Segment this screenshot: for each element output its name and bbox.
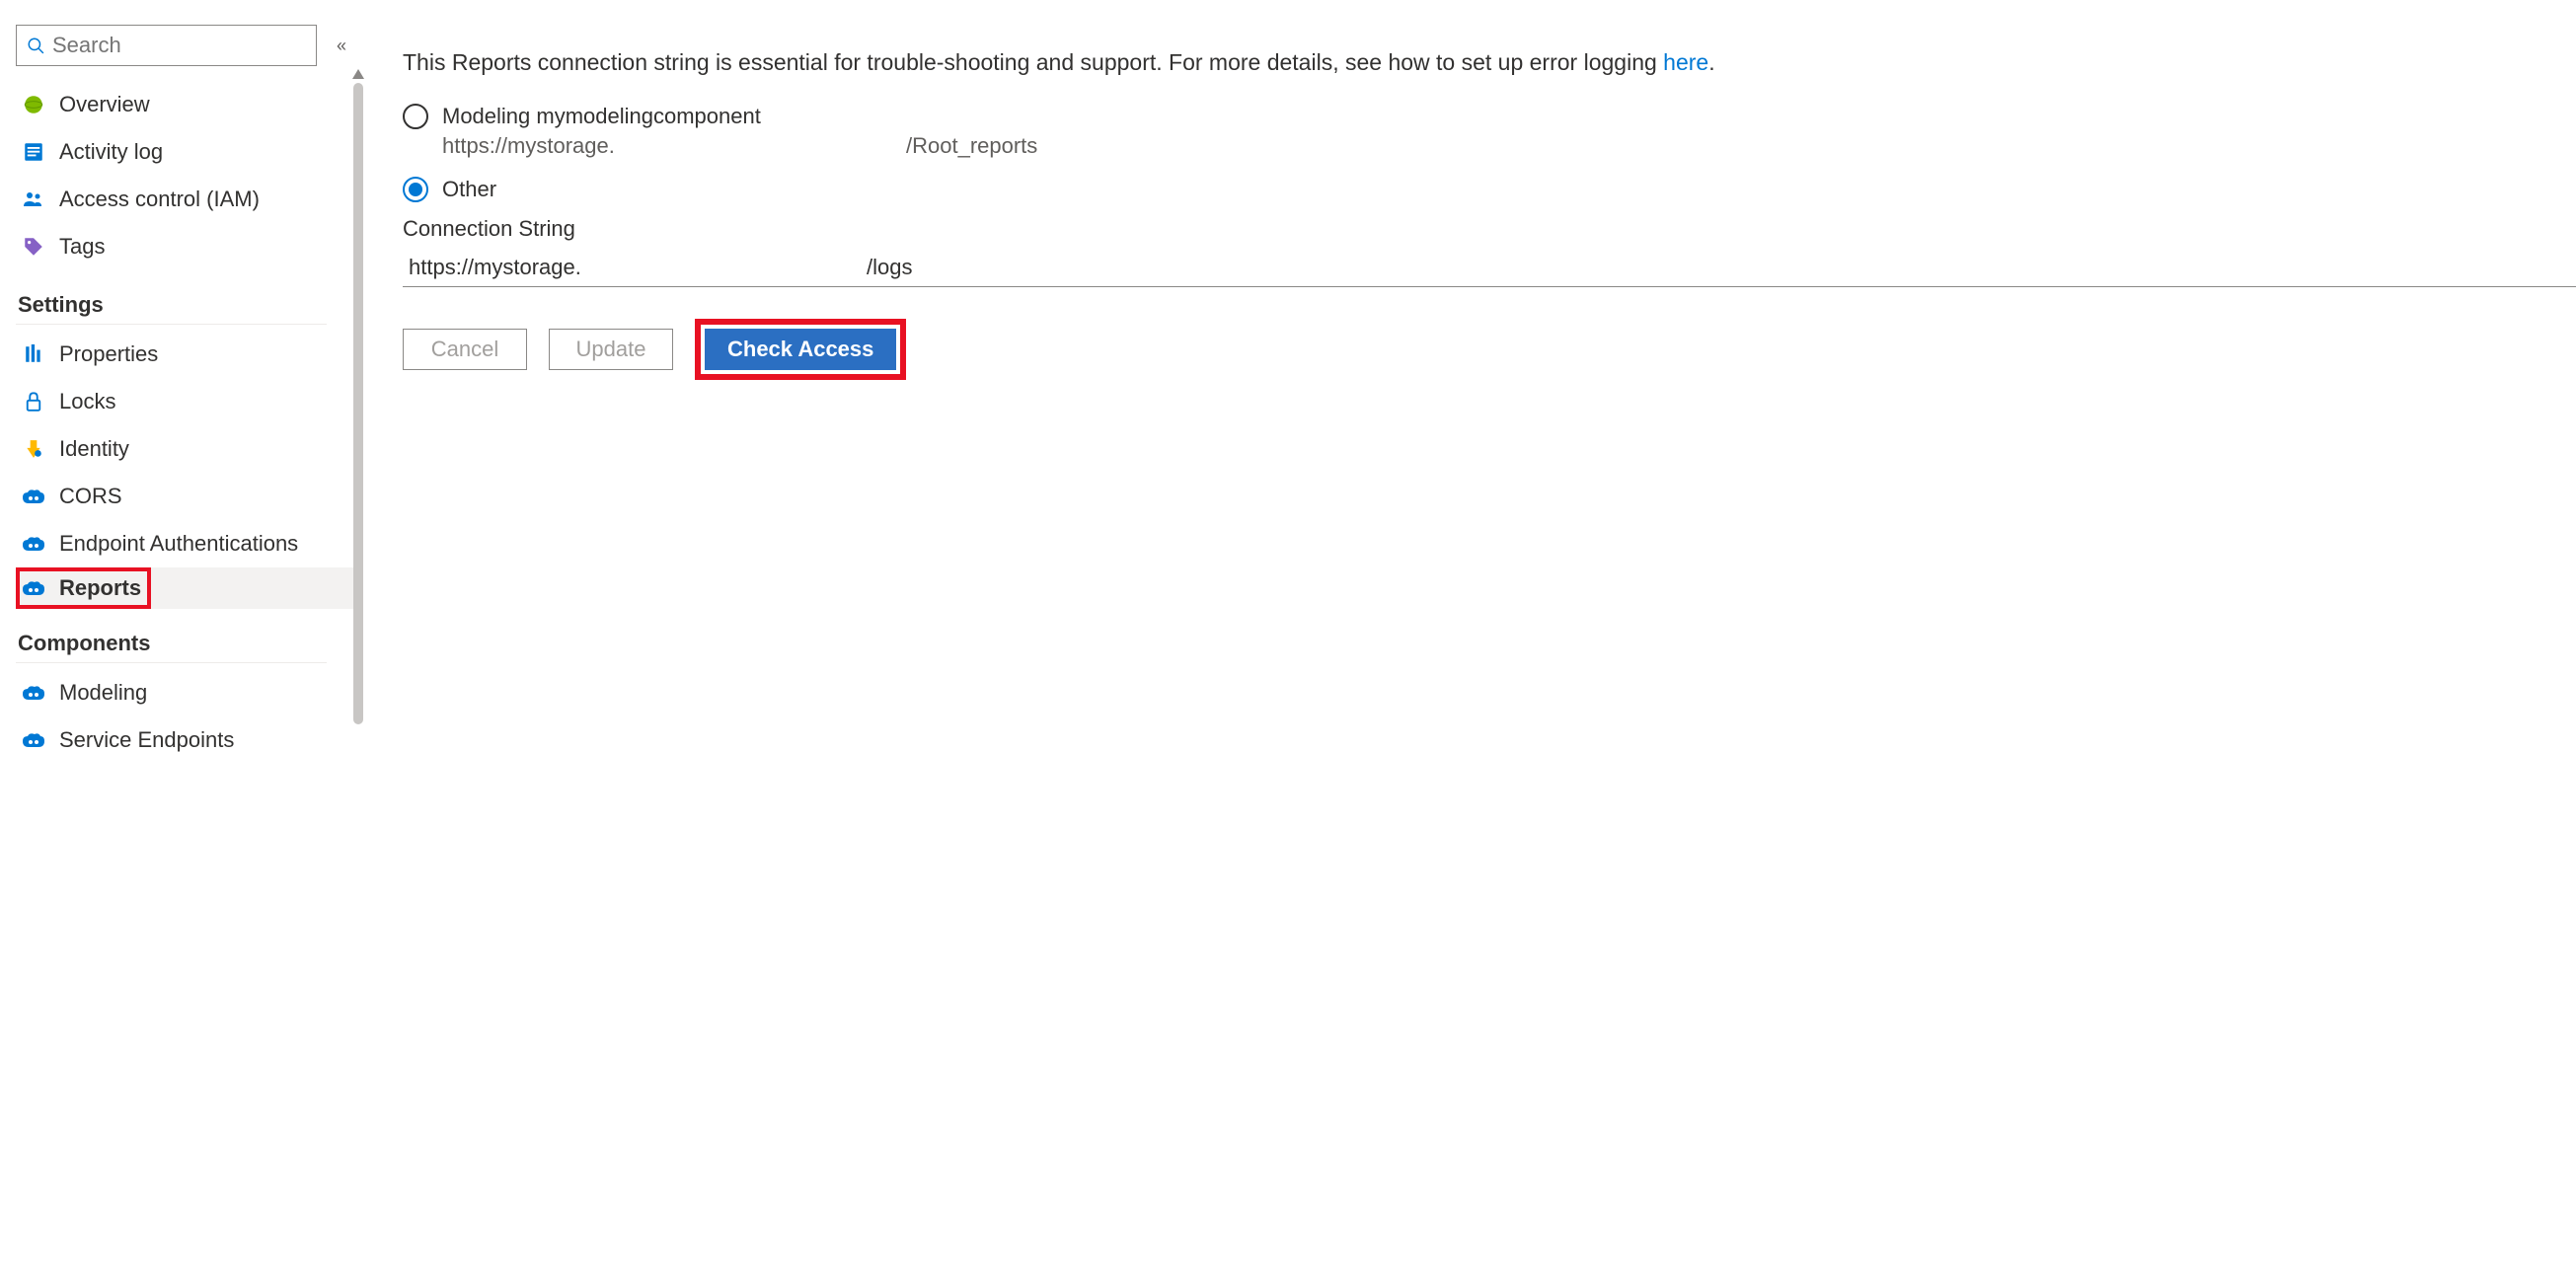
sidebar-item-overview[interactable]: Overview <box>16 81 355 128</box>
sidebar-item-label: Modeling <box>59 680 147 706</box>
radio-label: Modeling mymodelingcomponent <box>442 104 761 129</box>
overview-icon <box>22 93 45 116</box>
locks-icon <box>22 390 45 413</box>
tags-icon <box>22 235 45 259</box>
sidebar-item-label: Access control (IAM) <box>59 187 260 212</box>
sidebar-item-tags[interactable]: Tags <box>16 223 355 270</box>
radio-modeling-subtext: https://mystorage. /Root_reports <box>442 133 2576 159</box>
section-header-components: Components <box>18 631 355 656</box>
radio-modeling[interactable]: Modeling mymodelingcomponent <box>403 104 2576 129</box>
iam-icon <box>22 188 45 211</box>
highlight-check-access: Check Access <box>695 319 906 380</box>
sidebar-item-cors[interactable]: CORS <box>16 473 355 520</box>
sidebar-item-label: Identity <box>59 436 129 462</box>
cors-icon <box>22 485 45 508</box>
highlight-reports: Reports <box>16 567 151 609</box>
sidebar: « Overview Activity log Access control (… <box>0 0 355 764</box>
sidebar-item-access-control[interactable]: Access control (IAM) <box>16 176 355 223</box>
check-access-button[interactable]: Check Access <box>705 329 896 370</box>
intro-link[interactable]: here <box>1663 49 1708 75</box>
divider <box>16 324 327 325</box>
endpoint-auth-icon <box>22 532 45 556</box>
search-input[interactable] <box>52 33 306 58</box>
sidebar-item-modeling[interactable]: Modeling <box>16 669 355 716</box>
activity-log-icon <box>22 140 45 164</box>
sidebar-item-properties[interactable]: Properties <box>16 331 355 378</box>
search-icon <box>27 37 44 54</box>
sidebar-item-service-endpoints[interactable]: Service Endpoints <box>16 716 355 764</box>
main-content: This Reports connection string is essent… <box>355 0 2576 764</box>
scrollbar[interactable] <box>353 69 363 724</box>
collapse-icon[interactable]: « <box>337 36 346 56</box>
sidebar-item-locks[interactable]: Locks <box>16 378 355 425</box>
service-endpoints-icon <box>22 728 45 752</box>
cancel-button[interactable]: Cancel <box>403 329 527 370</box>
reports-icon <box>22 576 45 600</box>
section-header-settings: Settings <box>18 292 355 318</box>
connection-string-input[interactable]: https://mystorage. /logs <box>403 248 2576 287</box>
sidebar-item-activity-log[interactable]: Activity log <box>16 128 355 176</box>
scroll-thumb[interactable] <box>353 83 363 724</box>
intro-text: This Reports connection string is essent… <box>403 49 2576 76</box>
update-button[interactable]: Update <box>549 329 673 370</box>
radio-unchecked-icon[interactable] <box>403 104 428 129</box>
identity-icon <box>22 437 45 461</box>
sidebar-item-label: Reports <box>59 575 141 601</box>
connection-string-label: Connection String <box>403 216 2576 242</box>
sidebar-item-label: Locks <box>59 389 115 414</box>
sidebar-item-label: Activity log <box>59 139 163 165</box>
sidebar-item-label: Service Endpoints <box>59 727 234 753</box>
button-row: Cancel Update Check Access <box>403 319 2576 380</box>
properties-icon <box>22 342 45 366</box>
radio-other[interactable]: Other <box>403 177 2576 202</box>
sidebar-item-label: Overview <box>59 92 150 117</box>
divider <box>16 662 327 663</box>
sidebar-item-label: Endpoint Authentications <box>59 531 298 557</box>
search-box[interactable] <box>16 25 317 66</box>
modeling-icon <box>22 681 45 705</box>
scroll-up-icon[interactable] <box>352 69 364 79</box>
sidebar-item-endpoint-authentications[interactable]: Endpoint Authentications <box>16 520 355 567</box>
sidebar-item-label: Properties <box>59 341 158 367</box>
sidebar-item-label: CORS <box>59 484 122 509</box>
sidebar-item-reports[interactable]: Reports <box>16 567 355 609</box>
radio-label: Other <box>442 177 496 202</box>
sidebar-item-label: Tags <box>59 234 105 260</box>
sidebar-item-identity[interactable]: Identity <box>16 425 355 473</box>
radio-checked-icon[interactable] <box>403 177 428 202</box>
